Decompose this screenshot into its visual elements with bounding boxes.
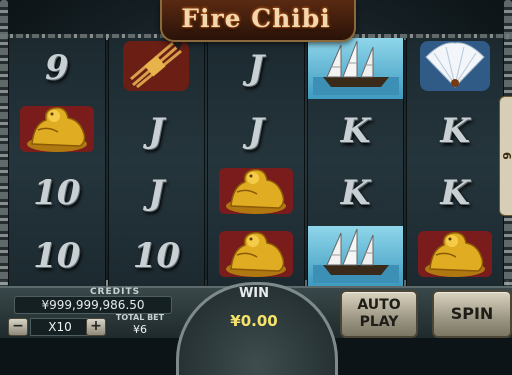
chain-border-left	[0, 0, 8, 290]
symbol-j: J	[148, 173, 165, 214]
symbol-9: 9	[44, 48, 69, 89]
symbol-10: 10	[33, 173, 81, 214]
reel-cell: J	[109, 163, 205, 224]
arrow-bundle-icon	[113, 38, 199, 99]
symbol-j: J	[247, 48, 265, 89]
golden-lion-icon	[412, 226, 498, 287]
feather-fan-icon	[412, 38, 498, 99]
reel-5: KK	[406, 38, 504, 286]
reel-cell	[9, 101, 105, 162]
win-label: WIN	[238, 286, 270, 301]
auto-play-button[interactable]: AUTO PLAY	[340, 290, 418, 338]
reel-cell	[208, 163, 304, 224]
total-bet-value: ¥6	[133, 323, 147, 336]
symbol-k: K	[340, 110, 371, 151]
reel-cell	[407, 226, 503, 287]
reel-3: JJ	[207, 38, 305, 286]
symbol-j: J	[247, 110, 265, 151]
game-title: Fire Chibi	[181, 4, 331, 33]
symbol-k: K	[440, 110, 470, 151]
reel-1: 9 10 10	[8, 38, 106, 286]
paylines-side-tab[interactable]: 6	[499, 96, 512, 216]
bet-multiplier-value: X10	[30, 318, 90, 336]
reel-cell: K	[407, 101, 503, 162]
reel-cell	[307, 225, 404, 287]
increase-bet-button[interactable]: +	[86, 318, 106, 336]
reel-cell	[407, 38, 503, 99]
reel-cell: K	[308, 163, 404, 224]
reel-2: J J 10	[107, 38, 206, 287]
symbol-10: 10	[33, 235, 81, 276]
win-value: ¥0.00	[230, 312, 278, 330]
golden-lion-icon	[213, 226, 299, 287]
spin-button[interactable]: SPIN	[432, 290, 512, 338]
symbol-j: J	[148, 110, 165, 151]
reel-grid: 9 10 10 J J 10 J J K K K K	[8, 38, 504, 286]
credits-value: ¥999,999,986.50	[14, 296, 172, 314]
auto-play-label-line1: AUTO	[357, 297, 401, 313]
reel-cell	[109, 38, 205, 99]
golden-lion-icon	[213, 163, 299, 224]
reel-cell: K	[308, 101, 404, 162]
reel-cell: 10	[9, 163, 105, 224]
reel-cell: 10	[9, 226, 105, 287]
reel-cell: 9	[9, 38, 105, 99]
junk-ship-icon	[312, 38, 399, 99]
decrease-bet-button[interactable]: −	[8, 318, 28, 336]
golden-lion-icon	[14, 101, 100, 162]
junk-ship-icon	[312, 226, 399, 287]
reel-cell: J	[208, 101, 304, 162]
symbol-k: K	[440, 173, 470, 214]
reel-cell	[307, 38, 404, 99]
auto-play-label-line2: PLAY	[359, 314, 399, 330]
symbol-10: 10	[132, 235, 181, 276]
symbol-k: K	[340, 173, 371, 214]
reel-cell	[208, 226, 304, 287]
reel-4: KK	[306, 38, 405, 287]
total-bet-label: TOTAL BET	[115, 313, 165, 322]
reel-cell: 10	[109, 226, 205, 287]
reel-cell: J	[109, 101, 205, 162]
reel-cell: J	[208, 38, 304, 99]
reel-cell: K	[407, 163, 503, 224]
